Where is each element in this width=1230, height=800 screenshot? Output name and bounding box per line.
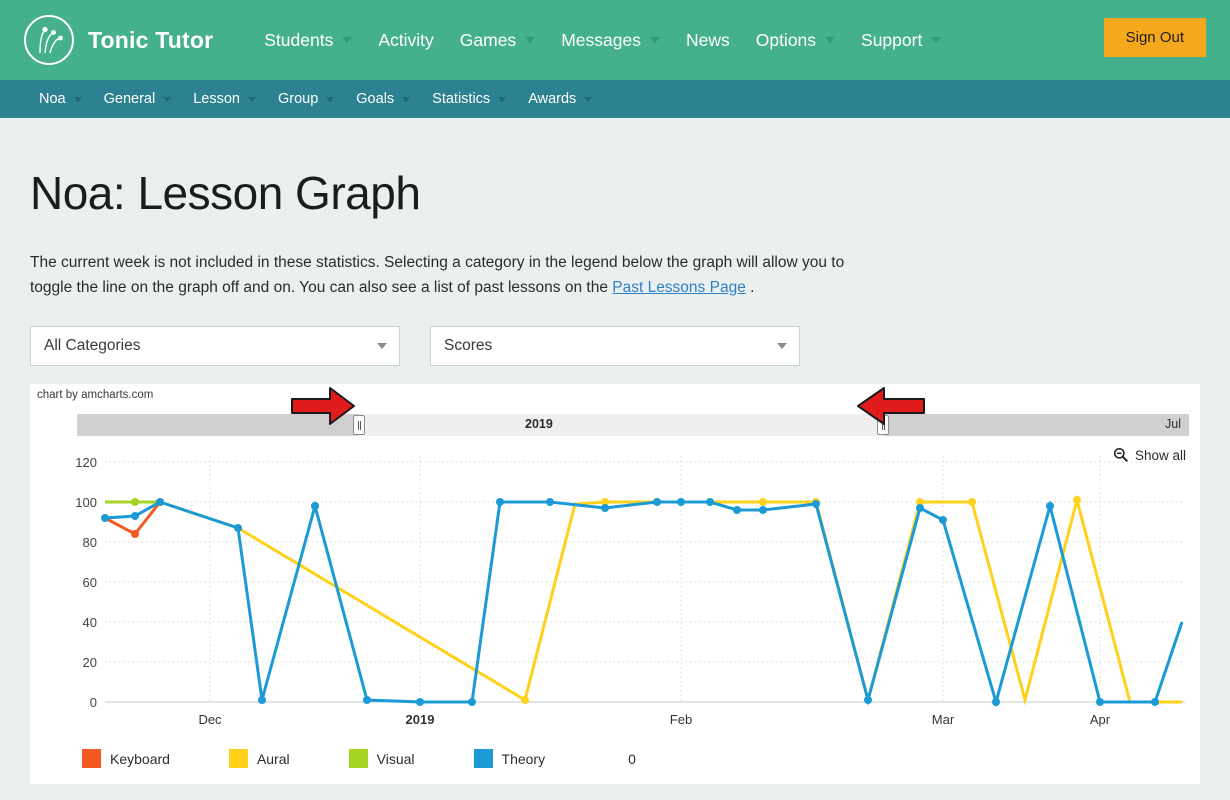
svg-text:0: 0: [90, 695, 97, 710]
nav-item-support[interactable]: Support: [848, 22, 954, 59]
chevron-down-icon: [931, 37, 942, 43]
legend-label: Theory: [501, 750, 546, 767]
nav-item-activity[interactable]: Activity: [365, 22, 446, 59]
legend-item-visual[interactable]: Visual: [348, 749, 415, 768]
past-lessons-page-link[interactable]: Past Lessons Page: [612, 279, 746, 296]
svg-text:20: 20: [83, 655, 97, 670]
legend-swatch-visual: [348, 749, 368, 768]
chevron-down-icon: [247, 96, 256, 102]
nav-label: Support: [861, 29, 923, 50]
category-select-value: All Categories: [44, 337, 141, 354]
series-theory: [101, 498, 1184, 708]
subnav-label: Lesson: [193, 91, 240, 107]
chevron-down-icon: [342, 37, 353, 43]
primary-menu: Students Activity Games Messages News Op…: [251, 22, 954, 59]
subnav-item-general[interactable]: General: [93, 85, 183, 113]
legend-label: Aural: [256, 750, 290, 767]
chevron-down-icon: [402, 96, 411, 102]
svg-text:100: 100: [75, 495, 97, 510]
legend-value-readout: 0: [628, 750, 636, 767]
nav-label: Students: [264, 29, 334, 50]
subnav-item-goals[interactable]: Goals: [345, 85, 421, 113]
legend-swatch-aural: [228, 749, 248, 768]
svg-text:120: 120: [75, 455, 97, 470]
series-visual: [105, 498, 160, 506]
nav-item-messages[interactable]: Messages: [548, 22, 673, 59]
chevron-down-icon: [649, 37, 660, 43]
nav-item-options[interactable]: Options: [743, 22, 848, 59]
brand-name: Tonic Tutor: [88, 26, 214, 53]
svg-text:40: 40: [83, 615, 97, 630]
svg-text:Feb: Feb: [670, 712, 692, 727]
category-select[interactable]: All Categories: [30, 326, 400, 366]
metric-select[interactable]: Scores: [430, 326, 800, 366]
subnav-label: Goals: [356, 91, 395, 107]
nav-item-news[interactable]: News: [673, 22, 743, 59]
subnav-item-awards[interactable]: Awards: [517, 85, 603, 113]
legend-label: Visual: [376, 750, 415, 767]
chevron-down-icon: [377, 343, 387, 349]
legend-swatch-theory: [473, 749, 493, 768]
nav-item-students[interactable]: Students: [251, 22, 365, 59]
page-title: Noa: Lesson Graph: [30, 167, 421, 219]
nav-label: Messages: [561, 29, 641, 50]
chevron-down-icon: [525, 37, 536, 43]
amcharts-credit-label: chart by amcharts.com: [37, 389, 154, 401]
svg-text:2019: 2019: [406, 712, 435, 727]
y-axis-labels: 120 100 80 60 40 20 0: [75, 455, 97, 710]
subnav-label: Awards: [528, 91, 577, 107]
intro-text-last: .: [745, 279, 755, 296]
y-gridlines: [105, 461, 1185, 703]
nav-label: Games: [459, 29, 517, 50]
x-axis-labels: Dec 2019 Feb Mar Apr: [198, 712, 1110, 727]
legend-item-theory[interactable]: Theory: [473, 749, 546, 768]
legend-item-aural[interactable]: Aural: [228, 749, 290, 768]
x-gridlines: [209, 456, 1101, 702]
legend-label: Keyboard: [110, 750, 170, 767]
filter-controls: All Categories Scores: [30, 326, 1200, 366]
series-aural: [159, 494, 1182, 706]
scrollbar-right-label: Jul: [1165, 417, 1181, 431]
nav-item-games[interactable]: Games: [447, 22, 548, 59]
svg-text:80: 80: [83, 535, 97, 550]
chart-legend: Keyboard Aural Visual Theory 0: [82, 749, 636, 768]
chevron-down-icon: [584, 96, 593, 102]
nav-label: Options: [755, 29, 817, 50]
metric-select-value: Scores: [444, 337, 493, 354]
subnav-item-statistics[interactable]: Statistics: [421, 85, 517, 113]
svg-text:Dec: Dec: [198, 712, 222, 727]
subnav-label: Noa: [39, 91, 66, 107]
subnav-label: General: [103, 91, 156, 107]
subnav-label: Statistics: [432, 91, 491, 107]
chevron-down-icon: [73, 96, 82, 102]
legend-swatch-keyboard: [82, 749, 101, 768]
chevron-down-icon: [825, 37, 836, 43]
chevron-down-icon: [163, 96, 172, 102]
subnav-item-lesson[interactable]: Lesson: [182, 85, 267, 113]
page-content: Noa: Lesson Graph The current week is no…: [0, 166, 1230, 784]
svg-text:Mar: Mar: [932, 712, 955, 727]
sign-out-button[interactable]: Sign Out: [1103, 18, 1206, 57]
nav-label: News: [685, 29, 730, 50]
tonic-tutor-logo-icon: [24, 15, 74, 65]
svg-text:Apr: Apr: [1090, 712, 1111, 727]
nav-label: Activity: [378, 29, 434, 50]
legend-item-keyboard[interactable]: Keyboard: [82, 749, 170, 768]
top-navigation-bar: Tonic Tutor Students Activity Games Mess…: [0, 0, 1230, 80]
chevron-down-icon: [326, 96, 335, 102]
secondary-navigation-bar: Noa General Lesson Group Goals Statistic…: [0, 80, 1230, 118]
lesson-graph-panel: chart by amcharts.com 2019 Jul Show all: [30, 384, 1200, 784]
subnav-label: Group: [277, 91, 319, 107]
chart-plot-area: 120 100 80 60 40 20 0 Dec 2019 Feb Mar A…: [30, 432, 1200, 732]
subnav-item-group[interactable]: Group: [267, 85, 345, 113]
svg-text:60: 60: [83, 575, 97, 590]
intro-paragraph: The current week is not included in thes…: [30, 250, 890, 300]
scrollbar-center-label: 2019: [525, 417, 553, 431]
chevron-down-icon: [498, 96, 507, 102]
subnav-item-noa[interactable]: Noa: [28, 85, 93, 113]
chevron-down-icon: [777, 343, 787, 349]
brand-logo-group[interactable]: Tonic Tutor: [24, 15, 213, 65]
